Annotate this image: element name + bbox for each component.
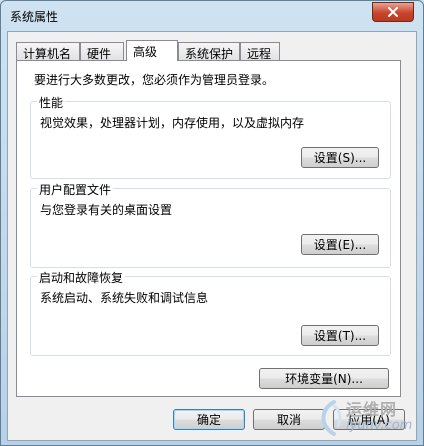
window-title: 系统属性 (10, 10, 59, 24)
cancel-button[interactable]: 取消 (253, 409, 325, 430)
ok-button[interactable]: 确定 (173, 409, 245, 430)
user-profiles-group: 用户配置文件 与您登录有关的桌面设置 设置(E)... (30, 181, 391, 268)
advanced-tab-panel: 要进行大多数更改，您必须作为管理员登录。 性能 视觉效果，处理器计划，内存使用，… (16, 60, 401, 397)
title-bar[interactable]: 系统属性 (1, 1, 423, 31)
performance-description: 视觉效果，处理器计划，内存使用，以及虚拟内存 (40, 116, 305, 130)
startup-recovery-description: 系统启动、系统失败和调试信息 (40, 291, 209, 305)
watermark-text-cn: 运维网 (346, 400, 398, 419)
tab-advanced[interactable]: 高级 (126, 40, 178, 61)
watermark-text-url: iyunv.com (346, 418, 413, 433)
close-button[interactable] (372, 2, 414, 22)
environment-variables-button[interactable]: 环境变量(N)... (259, 368, 389, 389)
performance-group: 性能 视觉效果，处理器计划，内存使用，以及虚拟内存 设置(S)... (30, 94, 391, 179)
startup-recovery-settings-button[interactable]: 设置(T)... (301, 325, 379, 346)
site-watermark: 运维网 iyunv.com (316, 394, 424, 446)
user-profiles-description: 与您登录有关的桌面设置 (40, 203, 173, 217)
close-icon (388, 7, 398, 17)
watermark-logo-icon (321, 400, 342, 436)
startup-recovery-group: 启动和故障恢复 系统启动、系统失败和调试信息 设置(T)... (30, 269, 391, 356)
tab-system-protection[interactable]: 系统保护 (178, 42, 240, 61)
tab-hardware[interactable]: 硬件 (80, 42, 124, 61)
tab-computer-name[interactable]: 计算机名 (16, 42, 80, 61)
performance-group-title: 性能 (37, 94, 66, 111)
startup-recovery-group-title: 启动和故障恢复 (37, 269, 126, 286)
system-properties-window: 系统属性 计算机名 硬件 高级 系统保护 远程 要进行大多数更改，您必须作为管理… (0, 0, 424, 446)
dialog-client-area: 计算机名 硬件 高级 系统保护 远程 要进行大多数更改，您必须作为管理员登录。 … (7, 31, 417, 441)
tab-remote[interactable]: 远程 (240, 42, 280, 61)
admin-notice: 要进行大多数更改，您必须作为管理员登录。 (34, 73, 275, 87)
performance-settings-button[interactable]: 设置(S)... (301, 147, 379, 168)
user-profiles-settings-button[interactable]: 设置(E)... (301, 234, 379, 255)
user-profiles-group-title: 用户配置文件 (37, 181, 114, 198)
